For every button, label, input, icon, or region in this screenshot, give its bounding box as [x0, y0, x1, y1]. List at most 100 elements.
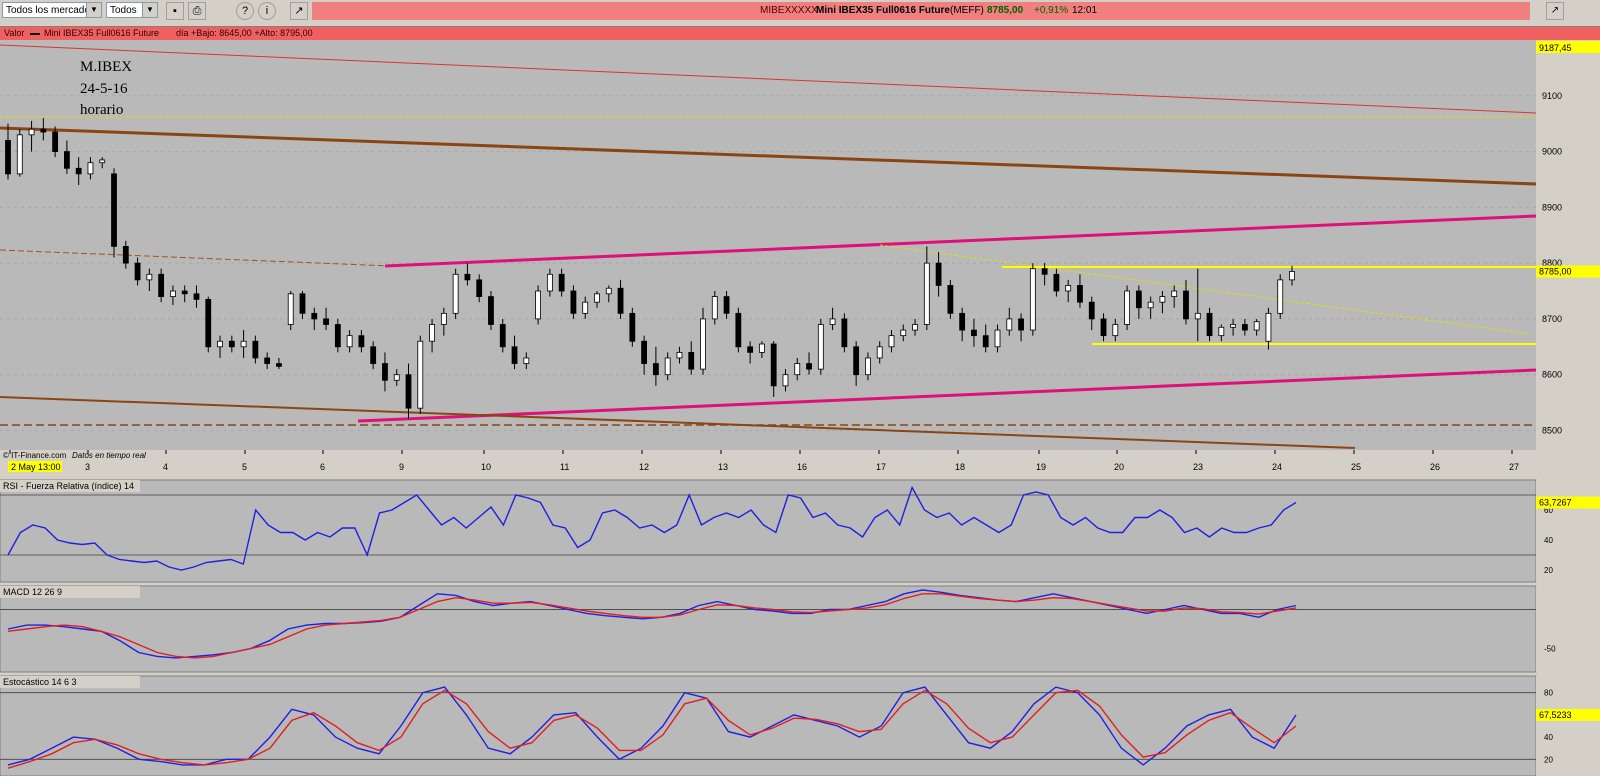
filter-select[interactable]: Todos ▼ — [106, 2, 158, 18]
chart-icon[interactable]: ↗ — [290, 2, 308, 20]
candle-body — [582, 301, 589, 314]
date-tick-label: 19 — [1036, 462, 1046, 472]
candle-body — [1289, 271, 1295, 281]
date-tick-label: 20 — [1114, 462, 1124, 472]
candle-body — [99, 159, 106, 164]
indicator-axis — [1536, 586, 1600, 672]
top-price-label: 9187,45 — [1539, 43, 1572, 53]
price-tick-label: 9100 — [1542, 91, 1562, 101]
candle-body — [205, 298, 212, 348]
candle-body — [1241, 324, 1248, 331]
indicator-background — [0, 675, 1537, 776]
chevron-down-icon: ▼ — [86, 3, 101, 17]
candle-body — [1277, 279, 1284, 314]
candle-body — [535, 290, 541, 320]
candle-body — [346, 335, 353, 348]
market-select[interactable]: Todos los mercados ▼ — [2, 2, 102, 18]
candle-body — [664, 357, 671, 376]
date-tick-label: 16 — [797, 462, 807, 472]
candle-body — [499, 324, 506, 348]
candle-body — [794, 363, 801, 376]
candle-body — [417, 340, 424, 409]
date-tick-label: 3 — [85, 462, 90, 472]
candle-body — [1018, 318, 1024, 331]
candle-body — [1253, 321, 1260, 331]
date-tick-label: 11 — [560, 462, 569, 472]
annotation-line-3: horario — [80, 102, 123, 118]
price-axis — [1536, 40, 1600, 460]
price-tick-label: 9000 — [1542, 147, 1562, 157]
save-icon[interactable]: ▪ — [166, 2, 184, 20]
candle-body — [688, 351, 695, 370]
candle-body — [16, 134, 23, 175]
date-tick-label: 5 — [242, 462, 247, 472]
indicator-title: Estocástico 14 6 3 — [3, 677, 77, 687]
info-series: Mini IBEX35 Full0616 Future — [44, 28, 160, 38]
macd-panel: -50 MACD 12 26 9 — [0, 585, 1600, 673]
candle-body — [134, 262, 141, 281]
candle-body — [1088, 301, 1095, 320]
candle-body — [1077, 285, 1083, 303]
candle-body — [546, 273, 553, 292]
candle-body — [1218, 326, 1225, 337]
help-icon[interactable]: ? — [236, 2, 254, 20]
candle-body — [488, 296, 494, 325]
candle-body — [382, 363, 388, 381]
candle-body — [1265, 312, 1272, 342]
candle-body — [1053, 273, 1060, 292]
price-panel — [0, 40, 1536, 450]
info-label: Valor — [4, 28, 25, 38]
ticker-code: MIBEXXXXX — [760, 5, 818, 16]
candle-body — [276, 363, 282, 367]
candle-body — [1159, 296, 1166, 303]
candle-body — [358, 335, 365, 348]
candle-body — [217, 340, 223, 348]
date-tick-label: 10 — [481, 462, 491, 472]
series-swatch — [30, 33, 40, 35]
candle-body — [959, 312, 966, 331]
candle-body — [405, 374, 412, 409]
candle-body — [594, 293, 600, 303]
ticker-time: 12:01 — [1072, 5, 1098, 16]
candle-body — [264, 357, 271, 364]
indicator-last-label: 67,5233 — [1539, 710, 1572, 720]
candle-body — [28, 128, 35, 136]
candle-body — [947, 285, 954, 314]
indicator-tick-label: 20 — [1544, 755, 1553, 764]
candle-body — [770, 343, 777, 387]
filter-select-value: Todos — [110, 5, 137, 16]
candle-body — [747, 346, 754, 353]
annotation-line-2: 24-5-16 — [80, 81, 128, 97]
candle-body — [1006, 318, 1013, 331]
info-icon[interactable]: i — [258, 2, 276, 20]
candle-body — [476, 279, 483, 297]
candle-body — [700, 318, 706, 370]
candle-body — [1183, 290, 1189, 320]
candle-body — [912, 324, 918, 331]
annotation-line-1: M.IBEX — [80, 59, 132, 75]
candle-body — [5, 140, 11, 175]
indicator-tick-label: 80 — [1544, 689, 1553, 698]
date-tick-label: 18 — [955, 462, 965, 472]
candle-body — [429, 324, 435, 342]
info-range: día +Bajo: 8645,00 +Alto: 8795,00 — [176, 28, 313, 38]
candle-body — [323, 318, 329, 325]
chart-area: 8500860087008800890090009100 2 May 13:00… — [0, 40, 1600, 776]
candle-body — [1029, 268, 1036, 331]
indicator-last-label: 63,7267 — [1539, 498, 1572, 508]
candle-body — [935, 262, 942, 286]
date-tick-label: 12 — [639, 462, 649, 472]
series-info-bar: Valor Mini IBEX35 Full0616 Future día +B… — [0, 27, 1600, 40]
date-tick-label: 2 May 13:00 — [11, 462, 61, 472]
date-tick-label: 9 — [399, 462, 404, 472]
chart-window-icon[interactable]: ↗ — [1546, 2, 1564, 20]
price-tick-label: 8900 — [1542, 202, 1562, 212]
ticker-market: (MEFF) — [950, 5, 984, 16]
print-icon[interactable]: ⎙ — [188, 2, 206, 20]
candle-body — [605, 287, 612, 295]
price-tick-label: 8600 — [1542, 370, 1562, 380]
candle-body — [888, 335, 895, 348]
candle-body — [511, 346, 518, 364]
candle-body — [876, 346, 883, 359]
ticker-name: Mini IBEX35 Full0616 Future — [816, 5, 950, 16]
